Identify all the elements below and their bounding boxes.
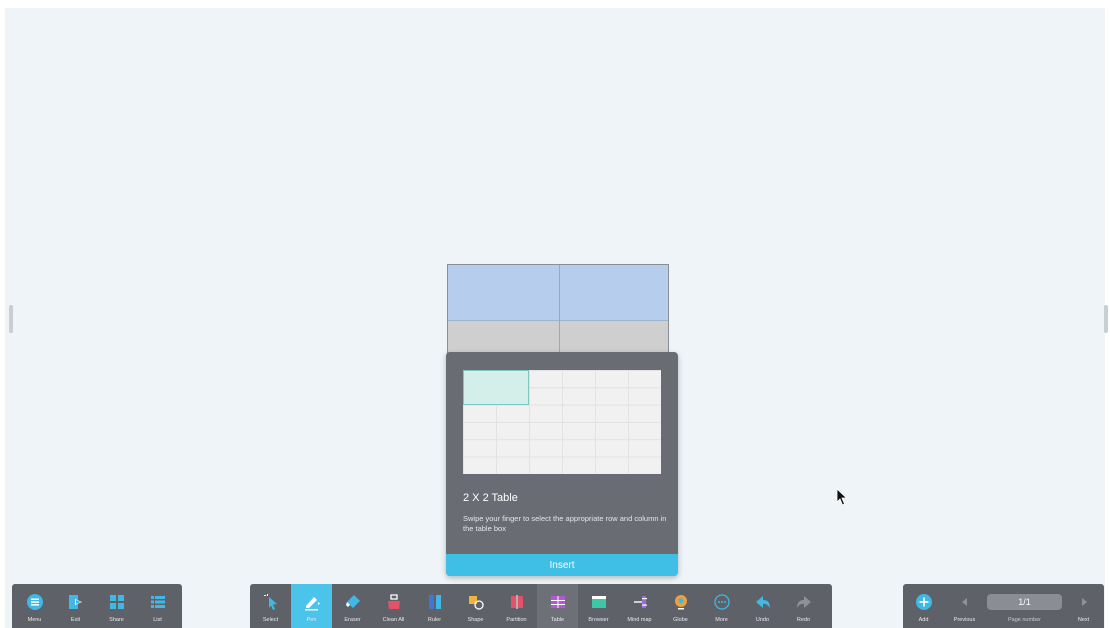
menu-button[interactable]: Menu [14, 584, 55, 628]
shape-label: Shape [467, 617, 484, 623]
previous-page-button[interactable]: Previous [944, 584, 985, 628]
center-toolbar: Select Pen Eraser Clean All Ruler Shape … [250, 584, 832, 628]
ruler-button[interactable]: Ruler [414, 584, 455, 628]
page-number-label: Page number [1007, 617, 1042, 623]
table-picker-popup: 2 X 2 Table Swipe your finger to select … [446, 352, 678, 576]
table-picker-hint: Swipe your finger to select the appropri… [463, 514, 667, 533]
more-icon [713, 594, 730, 610]
table-header-row [448, 265, 668, 321]
table-icon [550, 596, 565, 608]
more-button[interactable]: More [701, 584, 742, 628]
partition-icon [510, 595, 523, 609]
select-label: Select [262, 617, 279, 623]
share-icon [109, 595, 124, 609]
ruler-label: Ruler [427, 617, 442, 623]
share-button[interactable]: Share [96, 584, 137, 628]
right-edge-handle[interactable] [1104, 305, 1108, 333]
mind-map-icon [633, 596, 647, 608]
inserted-table[interactable] [447, 264, 669, 354]
table-button[interactable]: Table [537, 584, 578, 628]
redo-icon [796, 596, 811, 608]
grid-selection [463, 370, 529, 405]
clean-all-label: Clean All [382, 617, 405, 623]
left-edge-handle[interactable] [9, 305, 13, 333]
partition-label: Partition [506, 617, 527, 623]
shape-button[interactable]: Shape [455, 584, 496, 628]
eraser-icon [345, 595, 360, 608]
redo-button[interactable]: Redo [783, 584, 824, 628]
right-toolbar: Add Previous 1/1 Page number Next [903, 584, 1104, 628]
left-toolbar: Menu Exit Share List [12, 584, 182, 628]
partition-button[interactable]: Partition [496, 584, 537, 628]
pen-icon [304, 597, 320, 611]
undo-label: Undo [755, 617, 770, 623]
exit-button[interactable]: Exit [55, 584, 96, 628]
browser-button[interactable]: Browser [578, 584, 619, 628]
menu-label: Menu [27, 617, 42, 623]
mind-map-label: Mind map [627, 617, 652, 623]
globe-button[interactable]: Globe [660, 584, 701, 628]
next-page-button[interactable]: Next [1063, 584, 1104, 628]
eraser-label: Eraser [344, 617, 361, 623]
undo-button[interactable]: Undo [742, 584, 783, 628]
menu-icon [26, 594, 43, 610]
more-label: More [715, 617, 728, 623]
add-page-button[interactable]: Add [903, 584, 944, 628]
table-column-divider [559, 265, 560, 353]
clean-all-button[interactable]: Clean All [373, 584, 414, 628]
add-icon [915, 594, 932, 610]
browser-label: Browser [588, 617, 609, 623]
select-button[interactable]: Select [250, 584, 291, 628]
mind-map-button[interactable]: Mind map [619, 584, 660, 628]
next-label: Next [1077, 617, 1090, 623]
mouse-cursor-icon [836, 488, 848, 506]
next-icon [1081, 598, 1087, 606]
redo-label: Redo [796, 617, 811, 623]
page-number-display[interactable]: 1/1 [987, 594, 1062, 610]
insert-button[interactable]: Insert [446, 554, 678, 576]
table-size-grid[interactable] [463, 370, 661, 474]
add-label: Add [918, 617, 929, 623]
table-label: Table [550, 617, 565, 623]
ruler-icon [428, 595, 441, 609]
list-icon [150, 596, 165, 608]
list-button[interactable]: List [137, 584, 178, 628]
exit-icon [68, 595, 82, 609]
globe-label: Globe [673, 617, 688, 623]
eraser-button[interactable]: Eraser [332, 584, 373, 628]
pen-button[interactable]: Pen [291, 584, 332, 628]
share-label: Share [109, 617, 124, 623]
exit-label: Exit [70, 617, 81, 623]
shape-icon [468, 596, 484, 610]
list-label: List [153, 617, 162, 623]
previous-icon [961, 598, 967, 606]
globe-icon [674, 595, 687, 610]
previous-label: Previous [953, 617, 976, 623]
select-icon [263, 594, 277, 610]
clean-all-icon [387, 594, 400, 609]
pen-label: Pen [306, 617, 317, 623]
undo-icon [755, 596, 770, 608]
table-size-title: 2 X 2 Table [463, 492, 518, 504]
browser-icon [591, 596, 606, 608]
